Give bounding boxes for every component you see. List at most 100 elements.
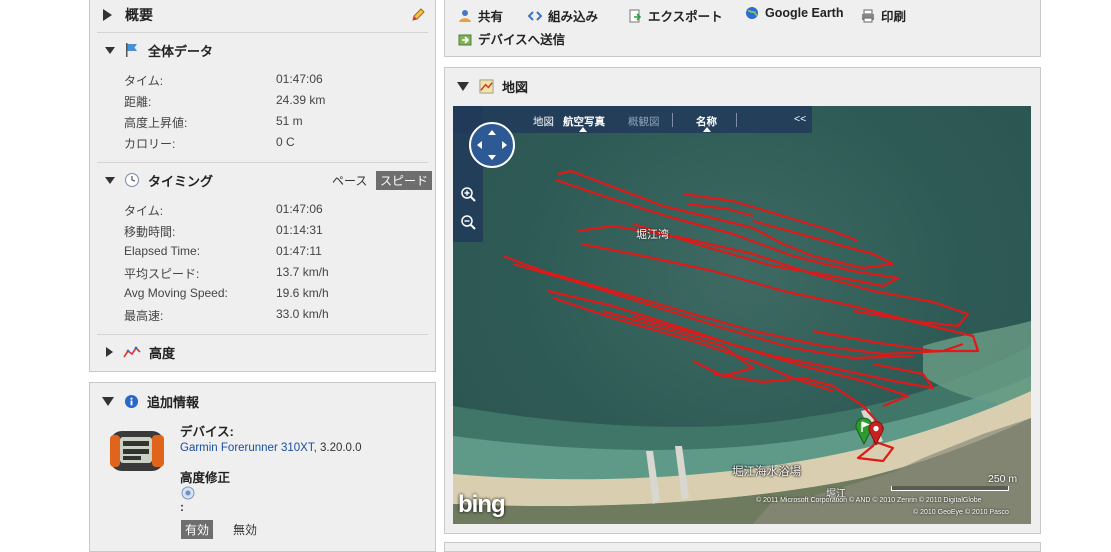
map-header[interactable]: 地図 <box>457 77 528 95</box>
map-mode-birdseye[interactable]: 概観図 <box>628 114 660 129</box>
google-earth-label: Google Earth <box>765 6 844 20</box>
summary-title: 概要 <box>125 7 153 23</box>
print-button[interactable]: 印刷 <box>861 6 906 25</box>
stat-label: カロリー: <box>124 137 176 151</box>
embed-button[interactable]: 組み込み <box>528 6 598 25</box>
stat-label: 最高速: <box>124 309 164 323</box>
timing-row: 移動時間: 01:14:31 <box>124 223 364 241</box>
map-icon <box>479 78 494 94</box>
track-segment <box>552 296 834 393</box>
share-label: 共有 <box>478 10 504 24</box>
edit-pencil-icon[interactable] <box>410 7 426 23</box>
pace-toggle[interactable]: ペース <box>328 171 371 190</box>
elevation-correction-label: 高度修正 <box>180 471 231 485</box>
globe-icon <box>746 7 758 19</box>
stat-value: 24.39 km <box>276 93 326 107</box>
device-watch-image <box>110 431 164 471</box>
print-label: 印刷 <box>881 10 907 24</box>
map-mode-road[interactable]: 地図 <box>533 114 554 129</box>
export-icon <box>629 9 642 22</box>
embed-icon <box>528 10 542 21</box>
divider <box>97 32 428 33</box>
nav-separator <box>736 113 737 127</box>
stat-label: 平均スピード: <box>124 267 200 281</box>
flag-icon <box>126 43 137 57</box>
stat-label: タイム: <box>124 74 164 88</box>
nav-separator <box>672 113 673 127</box>
track-segment <box>580 242 980 353</box>
help-icon[interactable] <box>181 486 195 500</box>
timing-header[interactable]: タイミング <box>105 171 213 189</box>
device-name-link[interactable]: Garmin Forerunner 310XT <box>180 442 314 454</box>
place-label-bay: 堀江湾 <box>636 229 669 241</box>
extra-info-header[interactable]: 追加情報 <box>102 392 199 410</box>
elevation-title: 高度 <box>149 345 176 361</box>
bing-logo: bing <box>458 491 506 518</box>
timing-row: タイム: 01:47:06 <box>124 202 364 220</box>
collapse-nav-button[interactable]: << <box>794 113 806 125</box>
device-version: , 3.20.0.0 <box>313 442 362 454</box>
printer-icon <box>862 9 874 22</box>
stat-label: 高度上昇値: <box>124 116 188 130</box>
map-canvas[interactable]: 地図 航空写真 概観図 名称 << 堀江湾 堀江海水浴場 堀江 250 m © … <box>453 106 1031 524</box>
expand-arrow-icon <box>106 347 113 357</box>
elevation-correction-colon: : <box>180 500 184 514</box>
export-button[interactable]: エクスポート <box>628 6 723 25</box>
stat-value: 19.6 km/h <box>276 286 329 300</box>
stat-value: 01:47:06 <box>276 202 323 216</box>
timing-row: Elapsed Time: 01:47:11 <box>124 244 364 262</box>
timing-row: 最高速: 33.0 km/h <box>124 307 364 325</box>
share-icon <box>459 9 471 22</box>
enabled-toggle[interactable]: 有効 <box>181 520 214 539</box>
divider <box>97 334 428 335</box>
stat-value: 33.0 km/h <box>276 307 329 321</box>
summary-header[interactable]: 概要 <box>103 5 153 25</box>
extra-info-title: 追加情報 <box>147 394 200 410</box>
stat-value: 01:14:31 <box>276 223 323 237</box>
stat-value: 51 m <box>276 114 303 128</box>
stat-label: 距離: <box>124 95 152 109</box>
zoom-out-icon[interactable] <box>460 214 476 230</box>
timing-row: 平均スピード: 13.7 km/h <box>124 265 364 283</box>
map-copyright-2: © 2010 GeoEye © 2010 Pasco <box>913 509 1009 516</box>
send-device-icon <box>458 34 472 45</box>
pan-control-icon[interactable] <box>468 121 516 169</box>
stat-label: 移動時間: <box>124 225 176 239</box>
info-icon <box>124 394 139 408</box>
collapse-arrow-icon <box>105 176 115 184</box>
gps-track <box>502 169 980 463</box>
google-earth-button[interactable]: Google Earth <box>745 6 843 20</box>
overall-row: 距離: 24.39 km <box>124 93 364 111</box>
expand-arrow-icon <box>103 9 112 21</box>
next-panel-edge <box>444 542 1041 552</box>
map-title: 地図 <box>502 79 529 95</box>
elevation-chart-icon <box>123 346 141 358</box>
send-device-label: デバイスへ送信 <box>478 33 566 47</box>
track-segment <box>555 178 900 288</box>
scale-bar <box>891 486 1009 491</box>
collapse-arrow-icon <box>457 81 469 91</box>
elevation-header[interactable]: 高度 <box>106 343 175 361</box>
send-to-device-button[interactable]: デバイスへ送信 <box>458 29 565 48</box>
overall-data-title: 全体データ <box>148 43 214 59</box>
clock-icon <box>124 172 140 188</box>
export-label: エクスポート <box>648 10 723 24</box>
map-copyright: © 2011 Microsoft Corporation © AND © 201… <box>756 497 982 504</box>
share-button[interactable]: 共有 <box>458 6 503 25</box>
speed-toggle[interactable]: スピード <box>376 171 433 190</box>
stat-value: 0 C <box>276 135 295 149</box>
divider <box>97 162 428 163</box>
scale-label: 250 m <box>988 473 1018 485</box>
stat-value: 01:47:11 <box>276 244 322 258</box>
overall-data-header[interactable]: 全体データ <box>105 41 213 59</box>
disabled-toggle[interactable]: 無効 <box>229 520 261 539</box>
collapse-arrow-icon <box>102 396 114 406</box>
zoom-in-icon[interactable] <box>460 186 476 202</box>
place-label-beach: 堀江海水浴場 <box>732 466 801 478</box>
overall-row: 高度上昇値: 51 m <box>124 114 364 132</box>
overall-row: タイム: 01:47:06 <box>124 72 364 90</box>
device-line: Garmin Forerunner 310XT, 3.20.0.0 <box>180 442 362 454</box>
stat-value: 01:47:06 <box>276 72 323 86</box>
stat-value: 13.7 km/h <box>276 265 329 279</box>
timing-title: タイミング <box>148 173 214 189</box>
